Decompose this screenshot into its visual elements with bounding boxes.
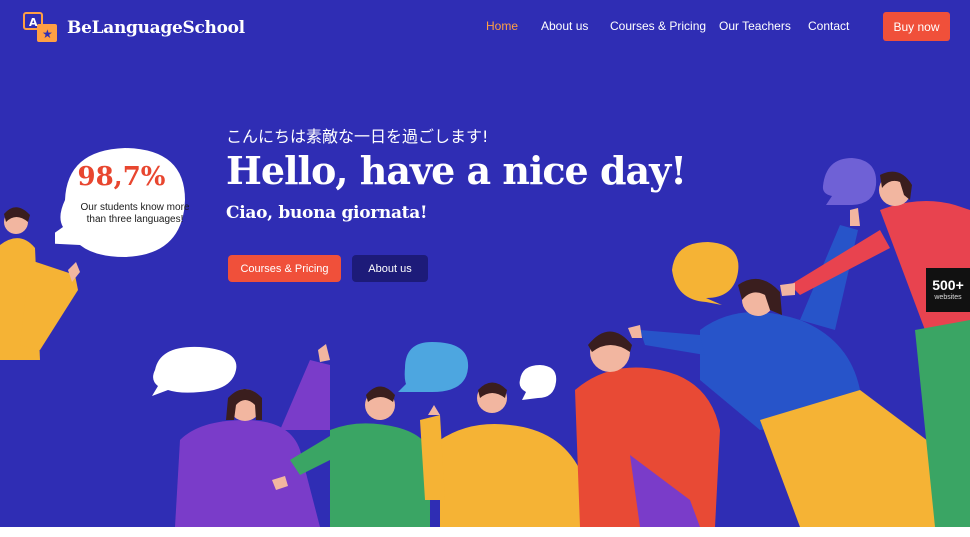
brand-logo[interactable]: A ★ BeLanguageSchool <box>23 12 245 44</box>
about-us-button[interactable]: About us <box>352 255 428 282</box>
nav-contact[interactable]: Contact <box>808 19 849 33</box>
nav-home[interactable]: Home <box>486 19 518 33</box>
hero-section: A ★ BeLanguageSchool Home About us Cours… <box>0 0 970 527</box>
badge-count: 500+ <box>932 277 964 293</box>
red-person-figure <box>575 331 720 527</box>
japanese-greeting: こんにちは素敵な一日を過ごします! <box>226 127 489 146</box>
svg-text:★: ★ <box>42 27 53 41</box>
nav-courses-pricing[interactable]: Courses & Pricing <box>610 19 706 33</box>
websites-badge[interactable]: 500+ websites <box>926 268 970 312</box>
hero-subtitle: Ciao, buona giornata! <box>226 203 428 223</box>
people-illustration <box>0 158 970 527</box>
stat-percentage: 98,7% <box>77 162 166 192</box>
nav-our-teachers[interactable]: Our Teachers <box>719 19 791 33</box>
yellow-person-figure <box>420 382 590 527</box>
svg-text:A: A <box>29 16 38 29</box>
nav-about-us[interactable]: About us <box>541 19 588 33</box>
purple-speech-bubble <box>822 158 877 205</box>
white-speech-bubble <box>152 346 237 396</box>
badge-label: websites <box>934 294 962 301</box>
brand-name: BeLanguageSchool <box>67 18 245 38</box>
yellow-speech-bubble <box>672 242 739 305</box>
buy-now-button[interactable]: Buy now <box>883 12 950 41</box>
courses-pricing-button[interactable]: Courses & Pricing <box>228 255 341 282</box>
small-white-speech-bubble <box>519 365 557 400</box>
translate-logo-icon: A ★ <box>23 12 57 42</box>
hero-title: Hello, have a nice day! <box>226 148 687 193</box>
stat-caption: Our students know more than three langua… <box>80 202 190 225</box>
light-blue-speech-bubble <box>398 342 469 392</box>
page-bottom-strip <box>0 527 970 537</box>
